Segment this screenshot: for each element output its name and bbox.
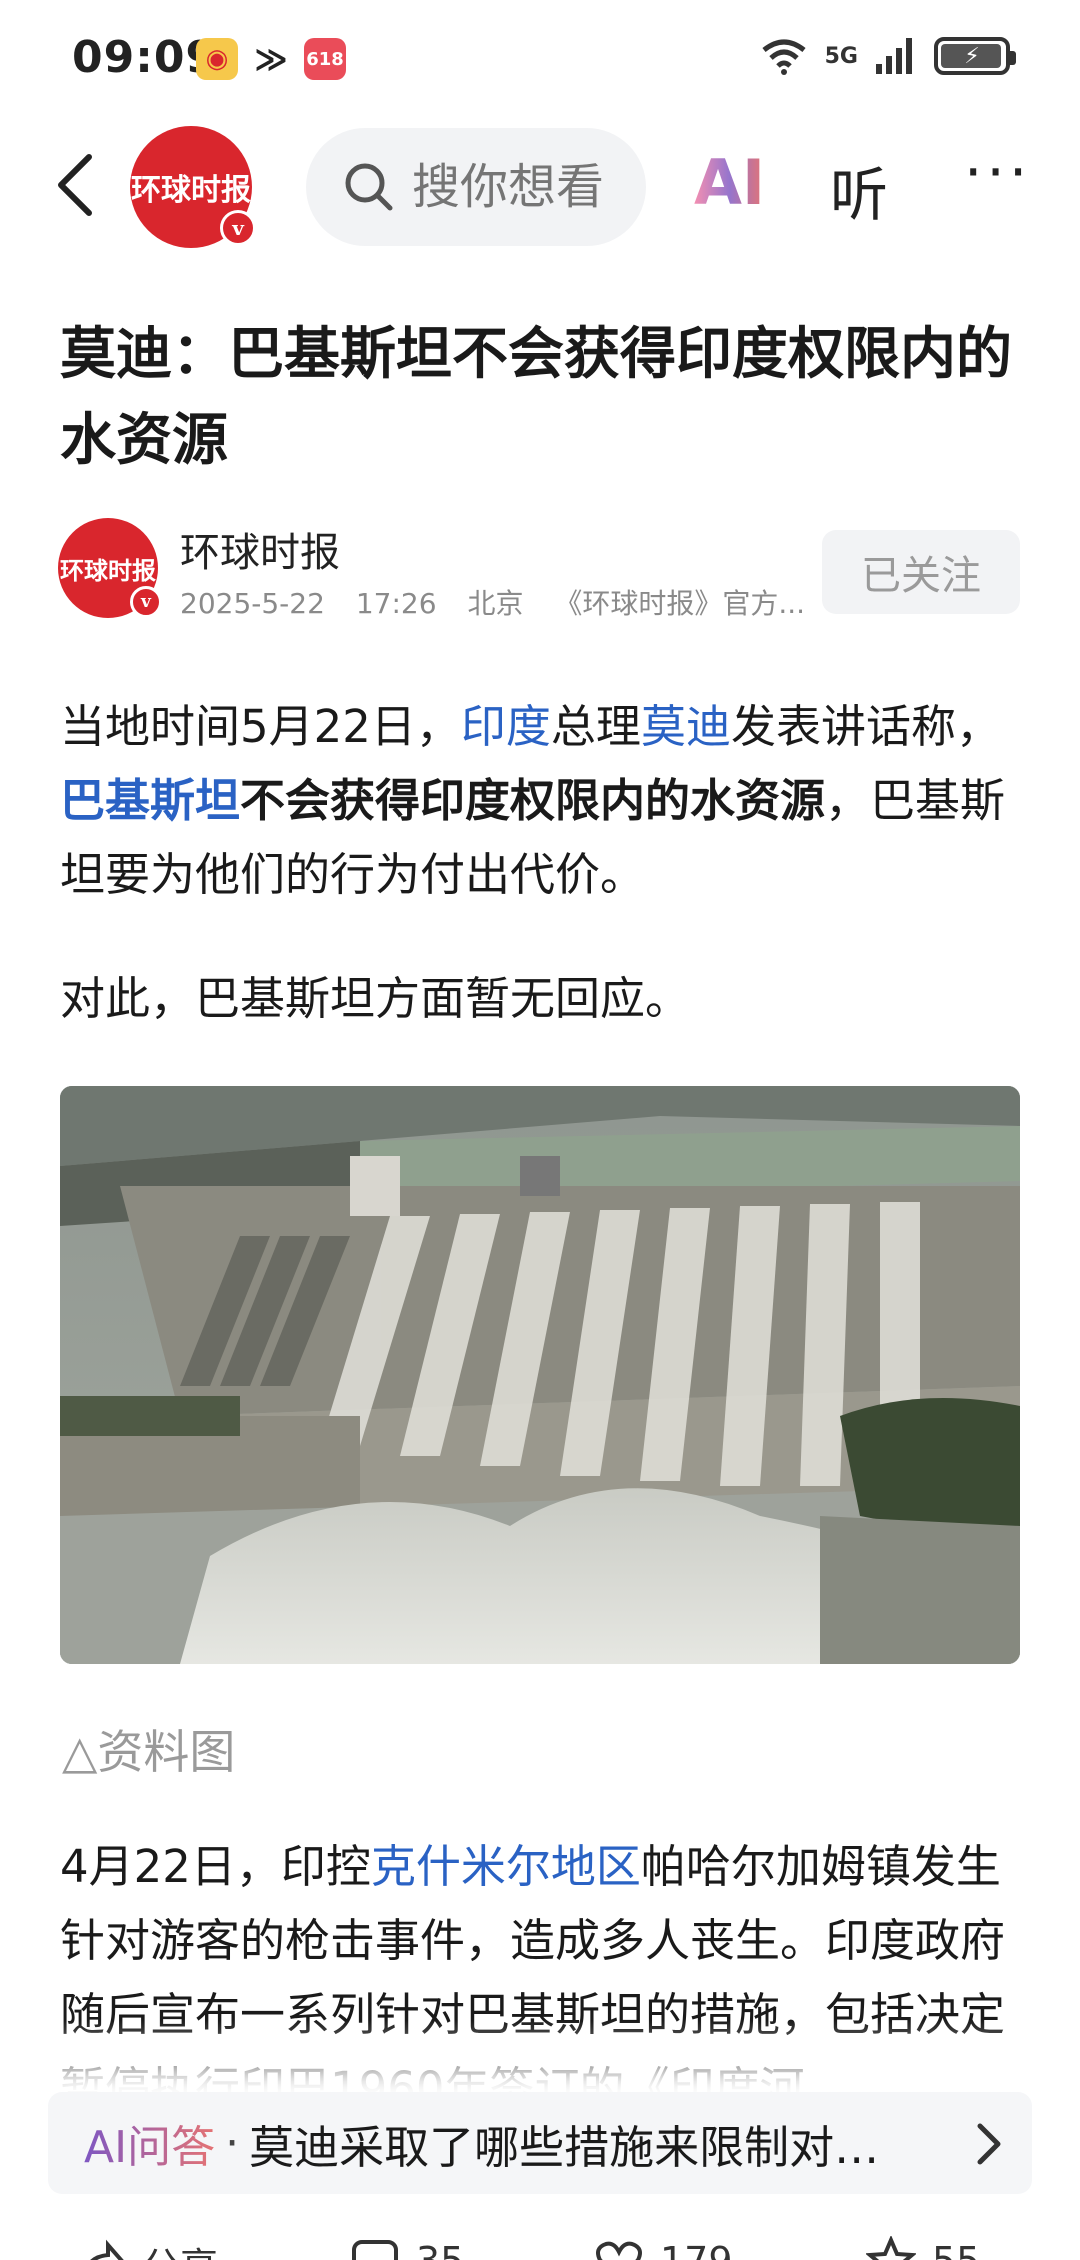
paragraph-bold-text: 不会获得印度权限内的水资源	[240, 774, 826, 827]
ai-qa-separator: ·	[225, 2117, 240, 2169]
comment-count: 35	[416, 2239, 464, 2260]
status-app-icons: ◉ ≫ 618	[196, 38, 346, 80]
publisher-logo[interactable]: 环球时报 v	[130, 126, 256, 248]
article-paragraph: 当地时间5月22日，印度总理莫迪发表讲话称，巴基斯坦不会获得印度权限内的水资源，…	[60, 690, 1020, 912]
author-avatar-text: 环球时报	[60, 555, 156, 585]
battery-icon: ⚡	[934, 37, 1016, 75]
paragraph-text: 发表讲话称，	[730, 700, 1001, 753]
like-count: 179	[660, 2239, 733, 2260]
favorite-count: 55	[932, 2239, 980, 2260]
ai-qa-question[interactable]: 莫迪采取了哪些措施来限制对…	[249, 2111, 929, 2176]
author-source: 《环球时报》官方...	[554, 587, 806, 620]
verified-badge-icon: v	[220, 210, 256, 246]
author-name[interactable]: 环球时报	[180, 520, 340, 578]
search-icon	[345, 163, 393, 211]
star-icon	[866, 2236, 916, 2260]
search-box[interactable]	[306, 128, 646, 246]
content-fade	[0, 2020, 1080, 2100]
wifi-icon	[762, 39, 806, 75]
publish-date: 2025-5-22	[180, 587, 325, 620]
share-button[interactable]: 分享	[76, 2236, 218, 2260]
paragraph-text: 当地时间5月22日，	[60, 700, 461, 753]
network-5g-label: 5G	[824, 43, 858, 69]
publish-time: 17:26	[355, 587, 437, 620]
article-header: 环球时报 v AI 听 ···	[0, 120, 1080, 250]
article-paragraph: 对此，巴基斯坦方面暂无回应。	[60, 972, 691, 1025]
back-button[interactable]	[40, 150, 110, 220]
paragraph-text: 总理	[550, 700, 641, 753]
verified-badge-icon: v	[130, 586, 162, 618]
publish-location: 北京	[467, 587, 524, 620]
signal-icon	[876, 38, 912, 74]
more-options-button[interactable]: ···	[964, 138, 1031, 206]
comment-button[interactable]: 35	[350, 2236, 464, 2260]
link-modi[interactable]: 莫迪	[641, 700, 731, 753]
favorite-button[interactable]: 55	[866, 2236, 980, 2260]
paragraph-text: 4月22日，印控	[60, 1840, 371, 1893]
share-label: 分享	[142, 2236, 218, 2260]
back-arrow-icon	[58, 154, 92, 216]
comment-icon	[352, 2240, 398, 2260]
ai-qa-label: AI问答	[84, 2111, 215, 2175]
like-button[interactable]: 179	[594, 2236, 733, 2260]
link-india[interactable]: 印度	[461, 700, 551, 753]
chevron-right-icon	[977, 2123, 1001, 2165]
link-pakistan[interactable]: 巴基斯坦	[60, 774, 240, 827]
image-caption: △资料图	[62, 1725, 236, 1779]
618-promo-icon: 618	[304, 38, 346, 80]
follow-button[interactable]: 已关注	[822, 530, 1020, 614]
ai-button[interactable]: AI	[694, 146, 765, 219]
article-title: 莫迪：巴基斯坦不会获得印度权限内的水资源	[60, 322, 1012, 473]
share-icon	[89, 2239, 125, 2260]
status-bar: 09:09 ◉ ≫ 618 5G ⚡	[0, 0, 1080, 120]
link-kashmir[interactable]: 克什米尔地区	[371, 1840, 641, 1893]
author-avatar[interactable]: 环球时报 v	[58, 518, 162, 618]
status-indicators: 5G ⚡	[759, 36, 1016, 76]
heart-icon	[596, 2241, 642, 2260]
zigzag-app-icon: ≫	[254, 40, 288, 78]
search-input[interactable]	[412, 159, 612, 215]
publisher-logo-text: 环球时报	[131, 173, 251, 208]
listen-button[interactable]: 听	[830, 148, 888, 232]
bottom-action-bar: 分享 35 179 55	[0, 2210, 1080, 2260]
ai-qa-bar[interactable]: AI问答 · 莫迪采取了哪些措施来限制对…	[48, 2092, 1032, 2194]
weibo-icon: ◉	[196, 38, 238, 80]
article-image[interactable]	[60, 1086, 1020, 1664]
author-meta: 2025-5-22 17:26 北京 《环球时报》官方...	[180, 582, 827, 622]
